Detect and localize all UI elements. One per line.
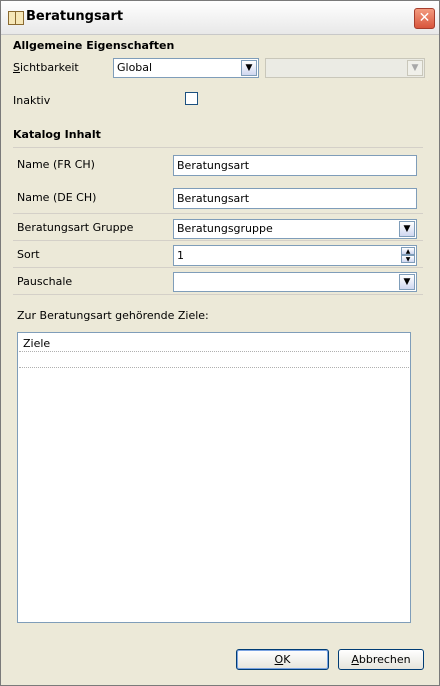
ok-mnemonic: O bbox=[274, 653, 284, 666]
spin-buttons: ▲ ▼ bbox=[401, 247, 415, 264]
sort-value: 1 bbox=[177, 249, 184, 262]
divider bbox=[13, 240, 423, 241]
list-item[interactable] bbox=[19, 351, 409, 368]
inactive-checkbox[interactable] bbox=[185, 92, 198, 105]
catalog-heading: Katalog Inhalt bbox=[13, 128, 101, 141]
inactive-label: Inaktiv bbox=[13, 94, 51, 107]
visibility-value: Global bbox=[117, 61, 153, 74]
goals-column-header[interactable]: Ziele bbox=[19, 334, 409, 352]
goals-list[interactable]: Ziele bbox=[17, 332, 411, 623]
name-de-value: Beratungsart bbox=[177, 192, 250, 205]
cancel-rest: bbrechen bbox=[358, 653, 411, 666]
spin-up-icon[interactable]: ▲ bbox=[401, 247, 415, 255]
spin-down-icon[interactable]: ▼ bbox=[401, 255, 415, 263]
cancel-mnemonic: A bbox=[351, 653, 359, 666]
chevron-down-icon[interactable]: ▼ bbox=[399, 221, 415, 237]
title-bar: Beratungsart ✕ bbox=[1, 1, 439, 35]
sort-label: Sort bbox=[17, 248, 40, 261]
divider bbox=[13, 213, 423, 214]
name-fr-value: Beratungsart bbox=[177, 159, 250, 172]
group-label: Beratungsart Gruppe bbox=[17, 221, 134, 234]
group-value: Beratungsgruppe bbox=[177, 222, 273, 235]
name-de-label: Name (DE CH) bbox=[17, 191, 97, 204]
visibility-label: Sichtbarkeit bbox=[13, 61, 79, 74]
dialog-window: Beratungsart ✕ Allgemeine Eigenschaften … bbox=[0, 0, 440, 686]
name-fr-label: Name (FR CH) bbox=[17, 158, 95, 171]
goals-caption: Zur Beratungsart gehörende Ziele: bbox=[17, 309, 209, 322]
window-title: Beratungsart bbox=[26, 9, 124, 24]
visibility-label-rest: ichtbarkeit bbox=[19, 61, 79, 74]
divider bbox=[13, 267, 423, 268]
visibility-dropdown[interactable]: Global ▼ bbox=[113, 58, 259, 78]
close-button[interactable]: ✕ bbox=[414, 8, 435, 29]
cancel-button[interactable]: Abbrechen bbox=[338, 649, 424, 670]
divider bbox=[13, 294, 423, 295]
chevron-down-icon[interactable]: ▼ bbox=[399, 274, 415, 290]
book-icon bbox=[8, 11, 24, 25]
chevron-down-icon: ▼ bbox=[407, 60, 423, 76]
chevron-down-icon[interactable]: ▼ bbox=[241, 60, 257, 76]
visibility-label-mnemonic: S bbox=[13, 61, 20, 74]
name-fr-field[interactable]: Beratungsart bbox=[173, 155, 417, 176]
divider bbox=[13, 147, 423, 148]
general-heading: Allgemeine Eigenschaften bbox=[13, 39, 175, 52]
ok-button[interactable]: OK bbox=[236, 649, 329, 670]
flatrate-label: Pauschale bbox=[17, 275, 73, 288]
ok-rest: K bbox=[283, 653, 291, 666]
name-de-field[interactable]: Beratungsart bbox=[173, 188, 417, 209]
visibility-secondary-dropdown: ▼ bbox=[265, 58, 425, 78]
flatrate-dropdown[interactable]: ▼ bbox=[173, 272, 417, 292]
group-dropdown[interactable]: Beratungsgruppe ▼ bbox=[173, 219, 417, 239]
goals-column-label: Ziele bbox=[23, 337, 51, 350]
sort-stepper[interactable]: 1 ▲ ▼ bbox=[173, 245, 417, 266]
